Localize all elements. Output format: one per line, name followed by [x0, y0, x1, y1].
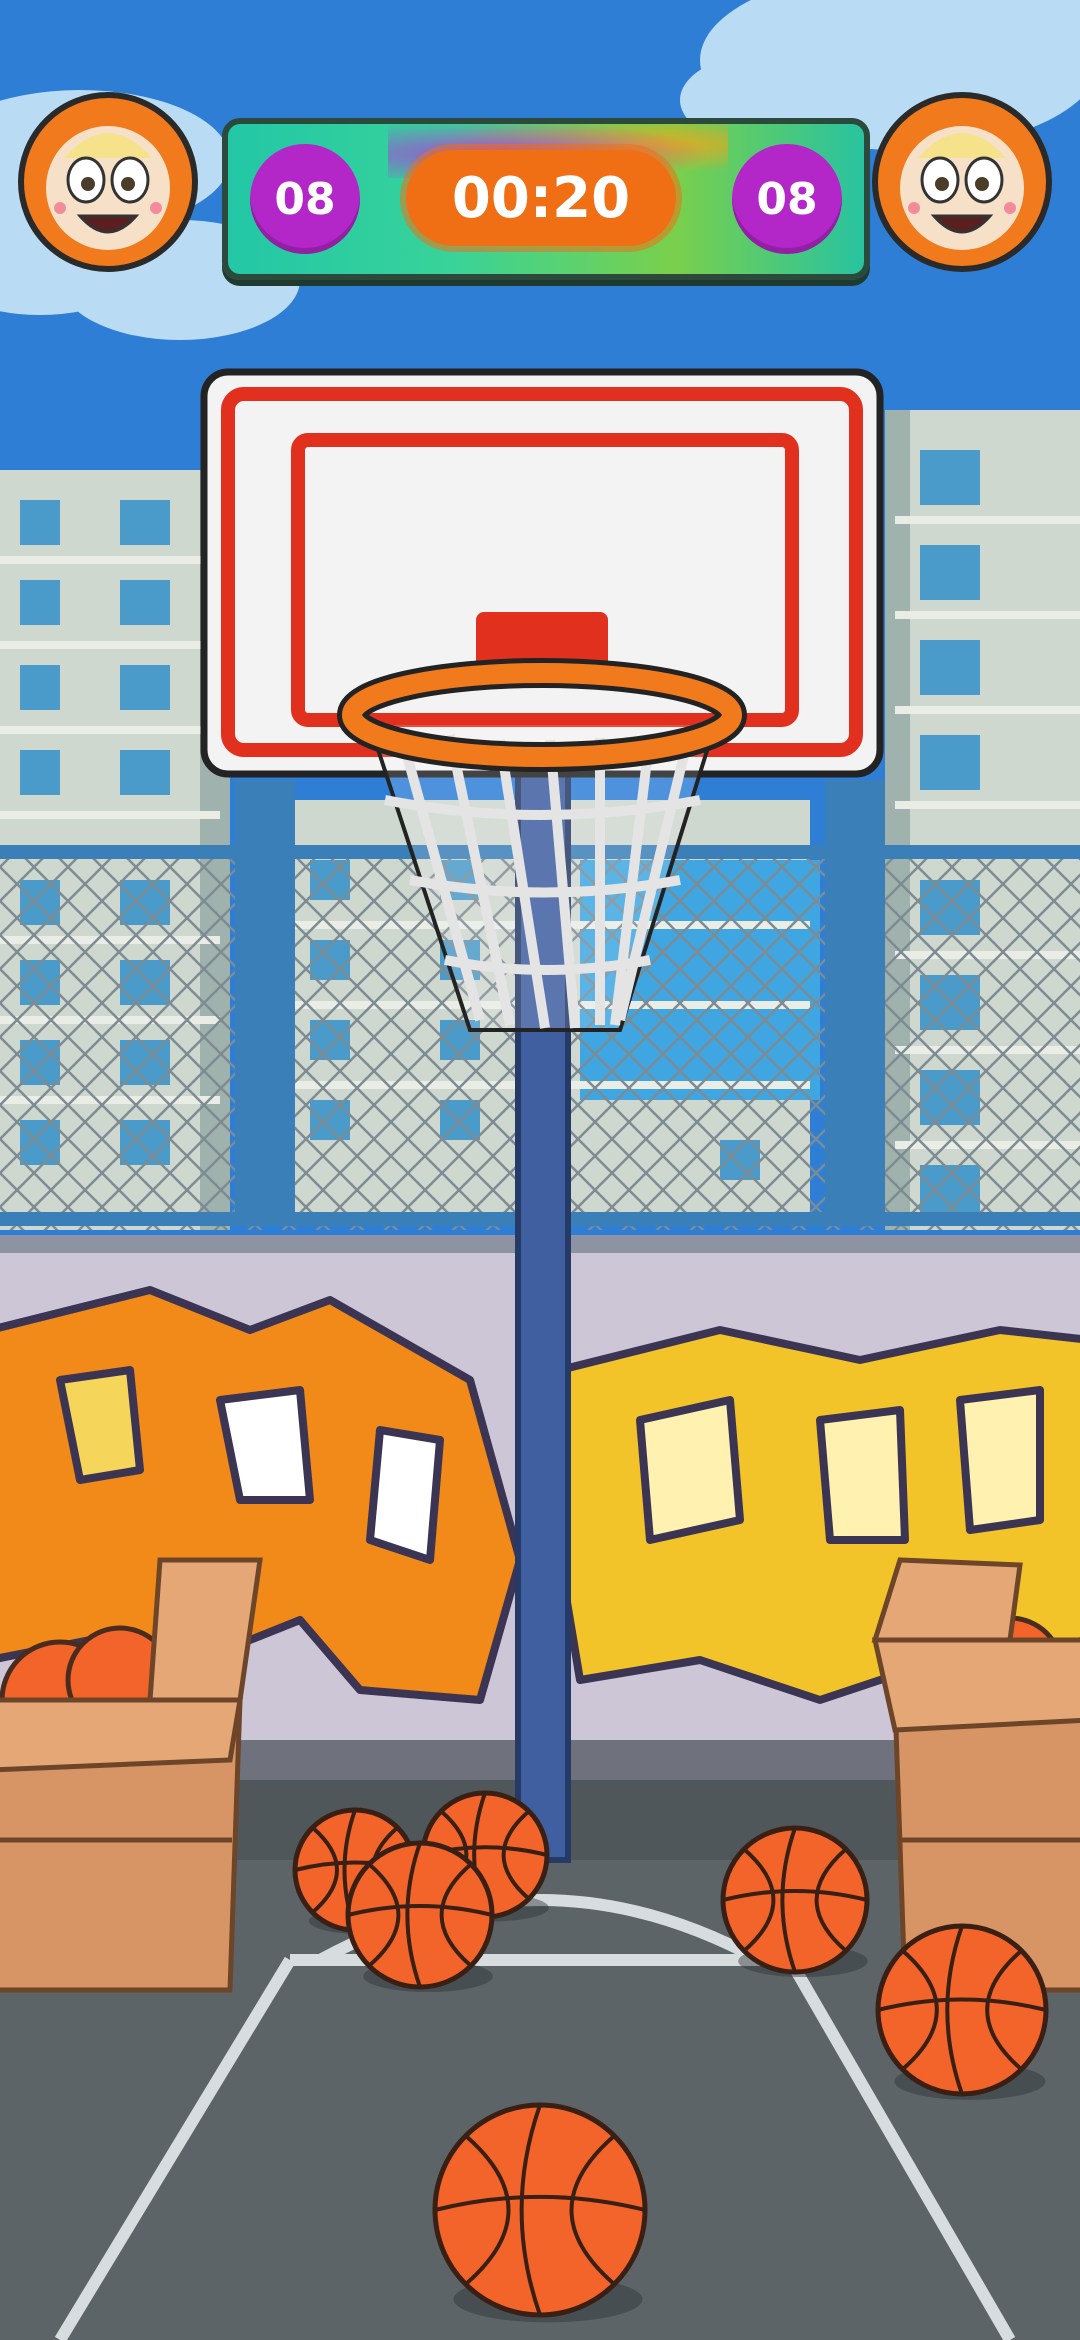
player-score: 08 — [250, 144, 360, 254]
match-timer: 00:20 — [406, 150, 676, 246]
playable-basketball[interactable] — [432, 2102, 648, 2323]
backboard — [200, 368, 884, 778]
player-avatar — [18, 92, 198, 272]
basketball — [345, 1840, 495, 1993]
baby-face-icon — [46, 126, 170, 250]
court-scene — [0, 0, 1080, 2340]
opponent-avatar — [872, 92, 1052, 272]
basketball — [720, 1825, 870, 1978]
baby-face-icon — [900, 126, 1024, 250]
opponent-score: 08 — [732, 144, 842, 254]
score-bar: 08 00:20 08 — [222, 118, 870, 280]
basketball — [875, 1923, 1049, 2100]
